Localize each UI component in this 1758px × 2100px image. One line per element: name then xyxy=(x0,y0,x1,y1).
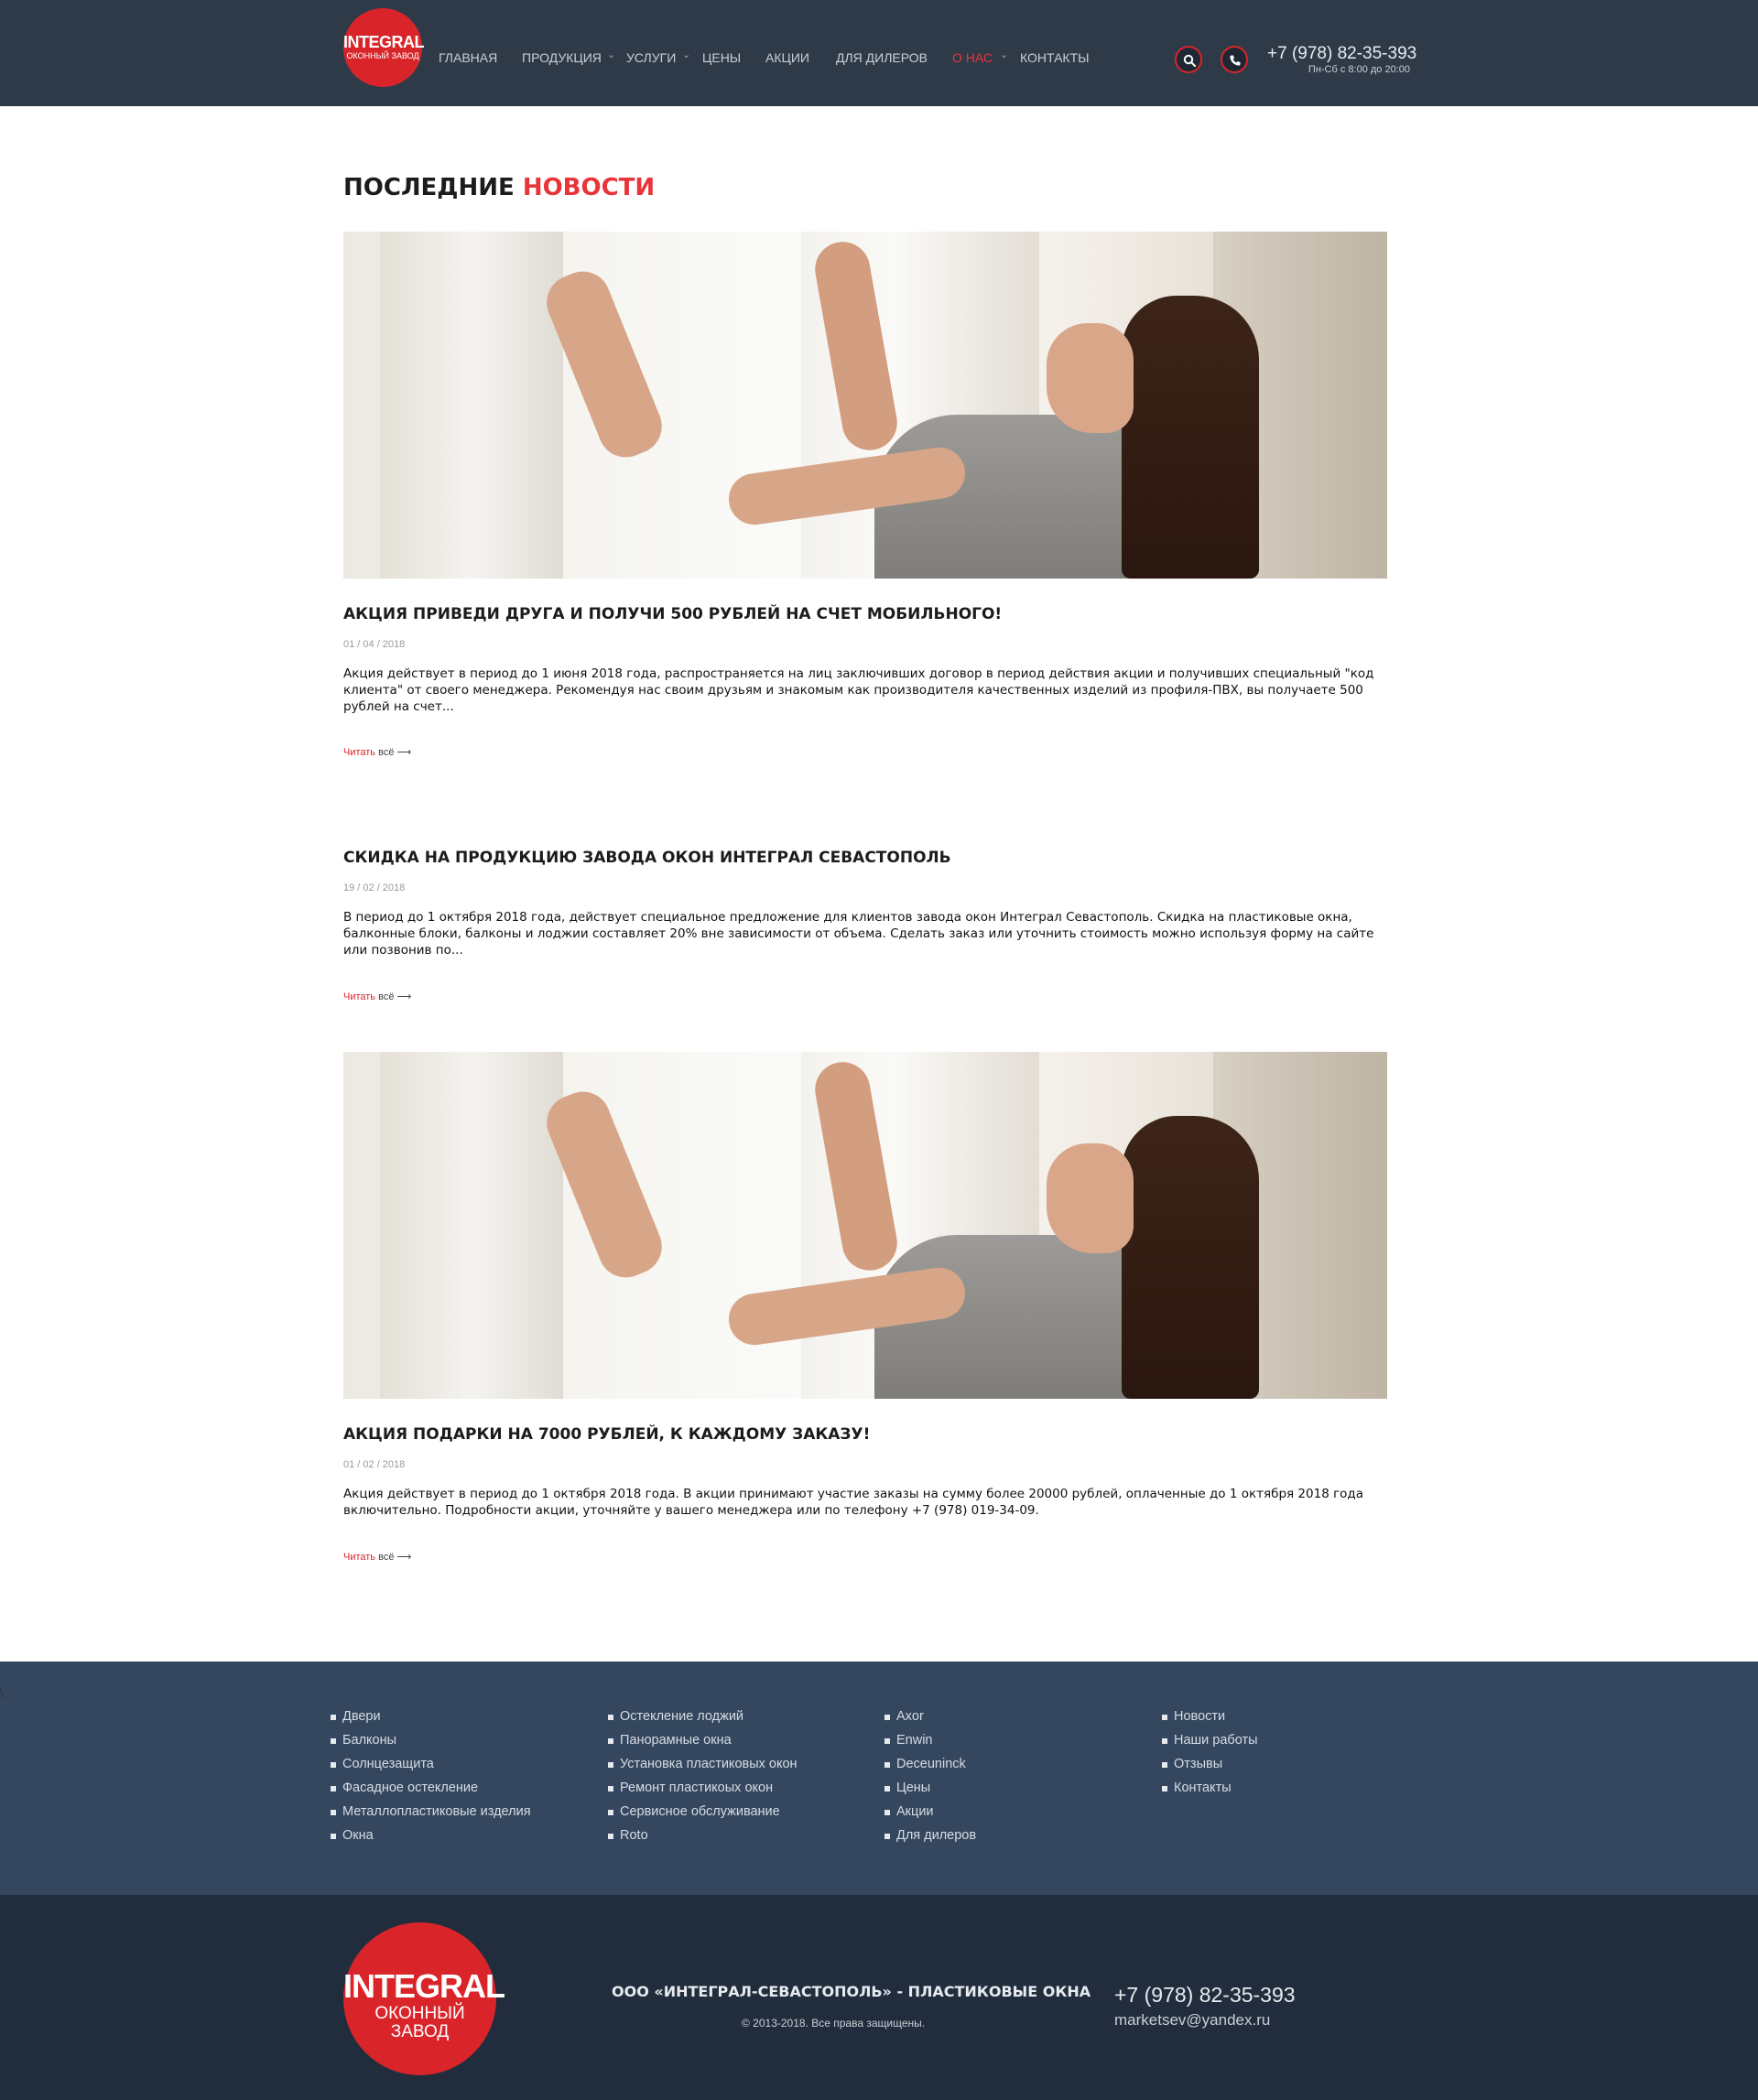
footer-link[interactable]: Roto xyxy=(608,1828,798,1852)
news-date: 19 / 02 / 2018 xyxy=(343,882,406,893)
footer-column-brands: Axor Enwin Deceuninck Цены Акции Для дил… xyxy=(884,1709,976,1852)
arrow-right-icon: ⟶ xyxy=(396,991,412,1002)
footer-link[interactable]: Металлопластиковые изделия xyxy=(331,1804,531,1828)
read-more-label-all: всё xyxy=(378,1552,395,1563)
face-shape xyxy=(1047,1143,1134,1253)
footer-link[interactable]: Остекление лоджий xyxy=(608,1709,798,1733)
footer-link[interactable]: Двери xyxy=(331,1709,531,1733)
search-icon xyxy=(1183,54,1196,67)
news-date: 01 / 04 / 2018 xyxy=(343,639,406,650)
curtain-shape xyxy=(380,232,563,579)
footer-link[interactable]: Окна xyxy=(331,1828,531,1852)
footer-link[interactable]: Axor xyxy=(884,1709,976,1733)
footer-link[interactable]: Контакты xyxy=(1162,1781,1258,1804)
read-more-link[interactable]: Читать всё ⟶ xyxy=(343,746,411,758)
footer-link[interactable]: Новости xyxy=(1162,1709,1258,1733)
footer-column-products: Двери Балконы Солнцезащита Фасадное осте… xyxy=(331,1709,531,1852)
read-more-link[interactable]: Читать всё ⟶ xyxy=(343,990,411,1002)
company-name: ООО «ИНТЕГРАЛ-СЕВАСТОПОЛЬ» - ПЛАСТИКОВЫЕ… xyxy=(612,1983,1091,2000)
footer-link[interactable]: Панорамные окна xyxy=(608,1733,798,1757)
news-excerpt: Акция действует в период до 1 июня 2018 … xyxy=(343,666,1374,714)
news-title[interactable]: СКИДКА НА ПРОДУКЦИЮ ЗАВОДА ОКОН ИНТЕГРАЛ… xyxy=(343,849,951,867)
nav-about[interactable]: О НАС xyxy=(952,50,993,65)
chevron-down-icon[interactable]: ⌄ xyxy=(607,49,615,60)
footer-link[interactable]: Балконы xyxy=(331,1733,531,1757)
stray-character: \ xyxy=(0,1687,5,1700)
search-button[interactable] xyxy=(1175,46,1202,73)
header-phone[interactable]: +7 (978) 82-35-393 xyxy=(1267,44,1416,64)
logo-subtitle: ОКОННЫЙ ЗАВОД xyxy=(346,51,419,60)
footer-logo-subtitle: ОКОННЫЙ ЗАВОД xyxy=(374,2004,465,2041)
curtain-shape xyxy=(380,1052,563,1399)
copyright: © 2013-2018. Все права защищены. xyxy=(742,2017,926,2030)
footer-link[interactable]: Наши работы xyxy=(1162,1733,1258,1757)
footer-column-services: Остекление лоджий Панорамные окна Устано… xyxy=(608,1709,798,1852)
nav-prices[interactable]: ЦЕНЫ xyxy=(702,50,741,65)
phone-icon xyxy=(1230,55,1241,66)
news-title[interactable]: АКЦИЯ ПРИВЕДИ ДРУГА И ПОЛУЧИ 500 РУБЛЕЙ … xyxy=(343,605,1002,623)
footer-link[interactable]: Для дилеров xyxy=(884,1828,976,1852)
footer-logo-title: INTEGRAL xyxy=(343,1967,505,2005)
footer-logo[interactable]: INTEGRAL ОКОННЫЙ ЗАВОД xyxy=(343,1922,505,2075)
footer-link[interactable]: Отзывы xyxy=(1162,1757,1258,1781)
nav-promotions[interactable]: АКЦИИ xyxy=(765,50,809,65)
page-title-part1: ПОСЛЕДНИЕ xyxy=(343,174,515,201)
footer-link[interactable]: Deceuninck xyxy=(884,1757,976,1781)
read-more-label-all: всё xyxy=(378,747,395,758)
chevron-down-icon[interactable]: ⌄ xyxy=(1000,49,1008,60)
footer-link[interactable]: Установка пластиковых окон xyxy=(608,1757,798,1781)
arrow-right-icon: ⟶ xyxy=(396,1552,412,1563)
news-excerpt: В период до 1 октября 2018 года, действу… xyxy=(343,910,1374,958)
nav-dealers[interactable]: ДЛЯ ДИЛЕРОВ xyxy=(836,50,928,65)
arrow-right-icon: ⟶ xyxy=(396,747,412,758)
logo[interactable]: INTEGRAL ОКОННЫЙ ЗАВОД xyxy=(343,8,425,87)
nav-products[interactable]: ПРОДУКЦИЯ xyxy=(522,50,602,65)
hair-shape xyxy=(1122,296,1259,579)
footer-link[interactable]: Цены xyxy=(884,1781,976,1804)
read-more-label: Читать xyxy=(343,747,376,758)
footer-phone[interactable]: +7 (978) 82-35-393 xyxy=(1114,1983,1296,2008)
footer-link[interactable]: Ремонт пластикоых окон xyxy=(608,1781,798,1804)
chevron-down-icon[interactable]: ⌄ xyxy=(682,49,690,60)
read-more-label: Читать xyxy=(343,1552,376,1563)
nav-contacts[interactable]: КОНТАКТЫ xyxy=(1020,50,1090,65)
read-more-link[interactable]: Читать всё ⟶ xyxy=(343,1551,411,1563)
footer-link[interactable]: Акции xyxy=(884,1804,976,1828)
footer-column-company: Новости Наши работы Отзывы Контакты xyxy=(1162,1709,1258,1804)
hair-shape xyxy=(1122,1116,1259,1399)
footer-link[interactable]: Сервисное обслуживание xyxy=(608,1804,798,1828)
logo-title: INTEGRAL xyxy=(343,33,425,51)
footer-link[interactable]: Фасадное остекление xyxy=(331,1781,531,1804)
read-more-label: Читать xyxy=(343,991,376,1002)
page-title-part2: НОВОСТИ xyxy=(522,174,656,201)
footer-link[interactable]: Enwin xyxy=(884,1733,976,1757)
news-image[interactable] xyxy=(343,1052,1387,1399)
footer-email[interactable]: marketsev@yandex.ru xyxy=(1114,2011,1270,2030)
nav-services[interactable]: УСЛУГИ xyxy=(626,50,676,65)
site-header: INTEGRAL ОКОННЫЙ ЗАВОД ГЛАВНАЯ ПРОДУКЦИЯ… xyxy=(0,0,1758,106)
call-button[interactable] xyxy=(1221,46,1248,73)
footer-link[interactable]: Солнцезащита xyxy=(331,1757,531,1781)
news-date: 01 / 02 / 2018 xyxy=(343,1459,406,1470)
read-more-label-all: всё xyxy=(378,991,395,1002)
news-title[interactable]: АКЦИЯ ПОДАРКИ НА 7000 РУБЛЕЙ, К КАЖДОМУ … xyxy=(343,1425,870,1444)
news-image[interactable] xyxy=(343,232,1387,579)
nav-home[interactable]: ГЛАВНАЯ xyxy=(439,50,497,65)
face-shape xyxy=(1047,323,1134,433)
working-hours: Пн-Сб с 8:00 до 20:00 xyxy=(1308,64,1410,75)
page-title: ПОСЛЕДНИЕ НОВОСТИ xyxy=(343,174,655,201)
news-excerpt: Акция действует в период до 1 октября 20… xyxy=(343,1487,1364,1518)
footer-links-section xyxy=(0,1662,1758,1895)
